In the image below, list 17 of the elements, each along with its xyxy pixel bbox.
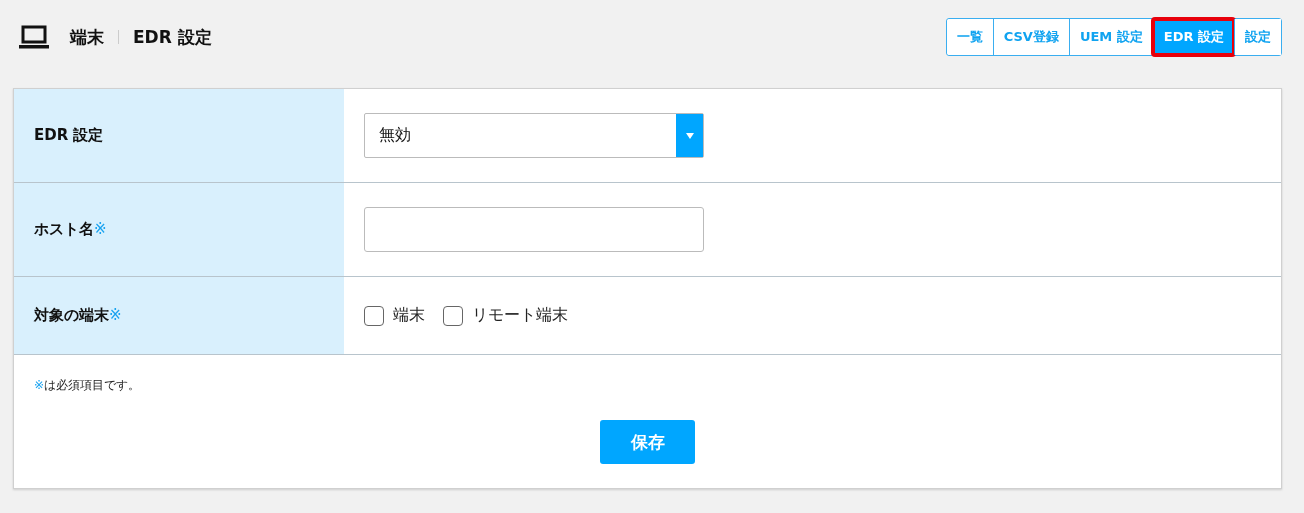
tab[interactable]: 設定 <box>1234 19 1281 55</box>
checkbox[interactable] <box>364 305 384 326</box>
save-button[interactable]: 保存 <box>600 420 695 464</box>
section-title: 端末 <box>70 25 104 49</box>
checkbox-label: リモート端末 <box>472 305 568 326</box>
laptop-icon <box>18 24 50 50</box>
input-field[interactable] <box>364 207 704 252</box>
checkbox[interactable] <box>443 305 463 326</box>
field-label: EDR 設定 <box>34 126 104 145</box>
tab[interactable]: EDR 設定 <box>1152 19 1234 55</box>
required-note: ※は必須項目です。 <box>33 377 142 394</box>
page-title: EDR 設定 <box>133 25 212 49</box>
select-field[interactable]: 無効 <box>364 113 704 158</box>
field-label: ホスト名※ <box>34 220 107 239</box>
field-label: 対象の端末※ <box>34 306 122 325</box>
caret-icon <box>685 132 694 139</box>
checkbox-label: 端末 <box>393 305 425 326</box>
